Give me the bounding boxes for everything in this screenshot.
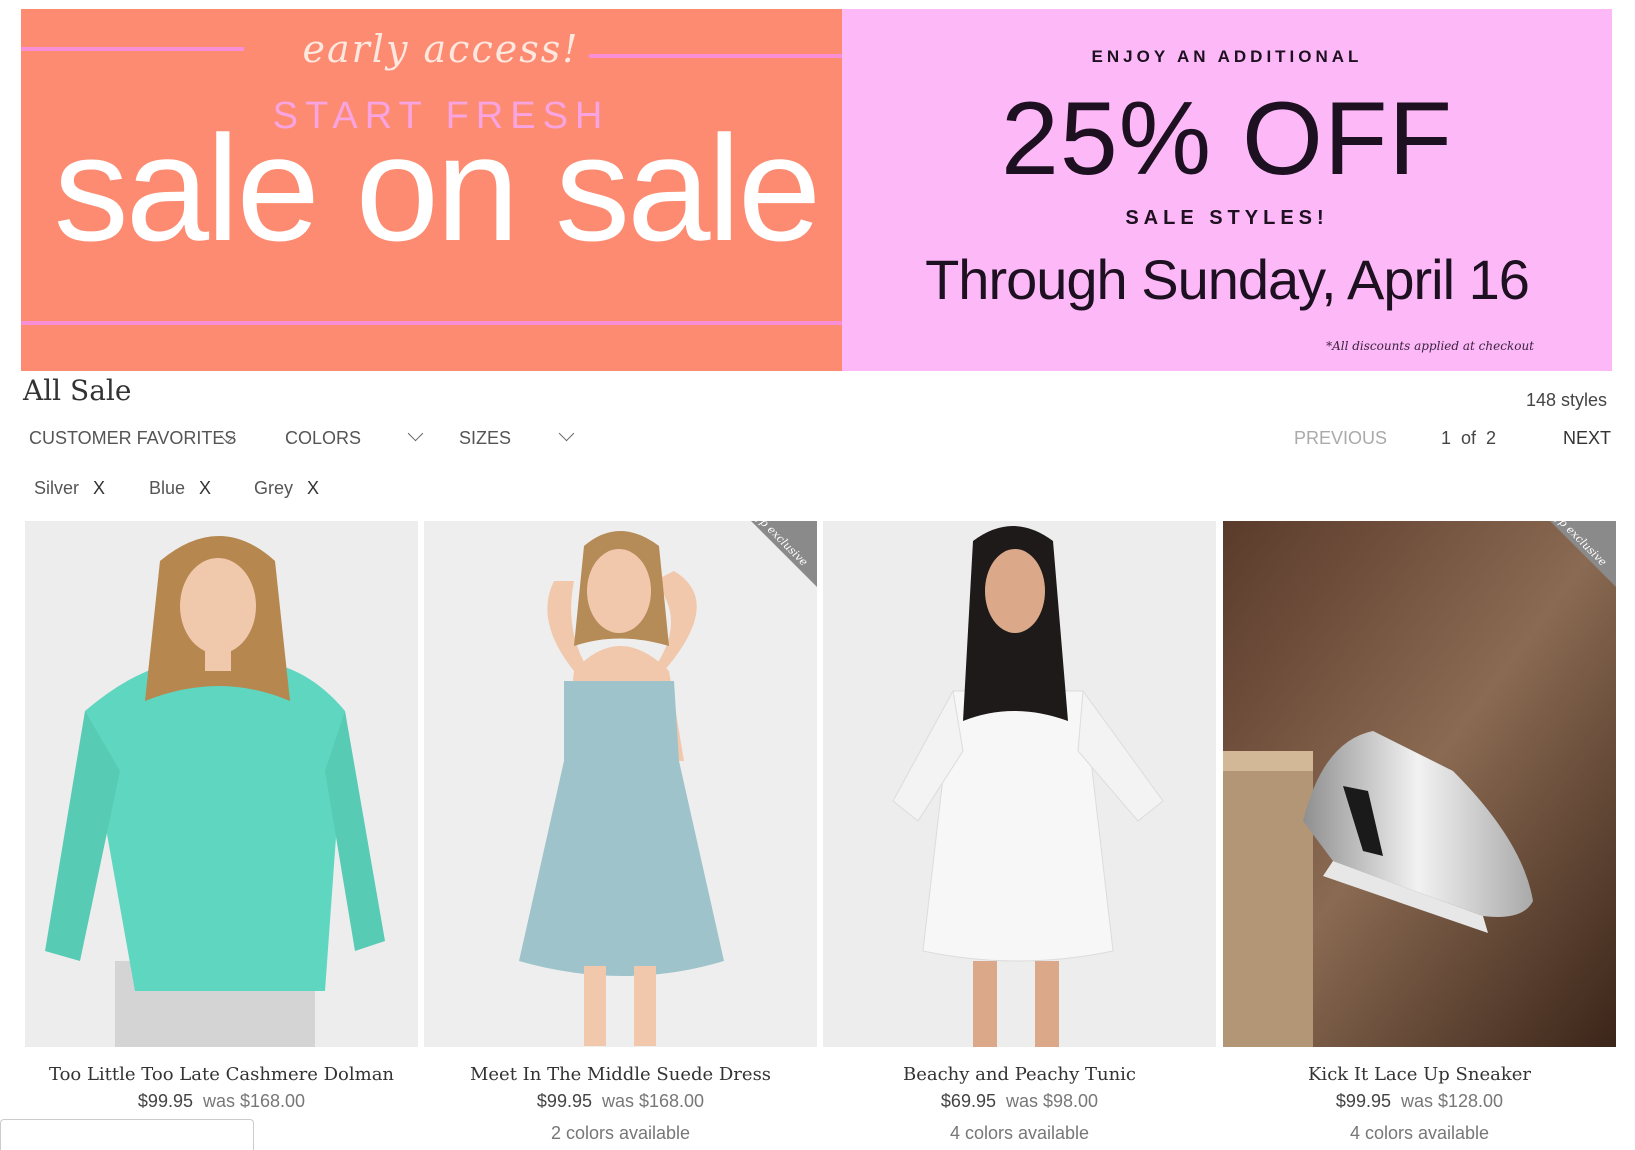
sort-dropdown-label: CUSTOMER FAVORITES bbox=[29, 428, 237, 448]
colors-dropdown[interactable]: COLORS bbox=[285, 425, 424, 449]
sale-styles-text: SALE STYLES! bbox=[1125, 207, 1329, 229]
product-price: $99.95 was $128.00 bbox=[1223, 1091, 1616, 1112]
sale-price: $99.95 bbox=[536, 1091, 592, 1111]
original-price: was $168.00 bbox=[202, 1091, 306, 1111]
product-price: $69.95 was $98.00 bbox=[823, 1091, 1216, 1112]
sale-price: $99.95 bbox=[137, 1091, 193, 1111]
product-name[interactable]: Beachy and Peachy Tunic bbox=[823, 1064, 1216, 1085]
promo-banner[interactable]: early access! START FRESH sale on sale E… bbox=[21, 9, 1612, 371]
original-price: was $128.00 bbox=[1400, 1091, 1504, 1111]
chip-label: Silver bbox=[34, 478, 80, 498]
early-access-text: early access! bbox=[302, 27, 580, 71]
colors-dropdown-label: COLORS bbox=[285, 428, 362, 448]
color-availability: 2 colors available bbox=[550, 1123, 691, 1143]
original-price: was $168.00 bbox=[601, 1091, 705, 1111]
product-name[interactable]: Too Little Too Late Cashmere Dolman bbox=[25, 1064, 418, 1085]
product-image-blue-suede-dress[interactable]: fp exclusive bbox=[424, 521, 817, 1047]
product-name[interactable]: Meet In The Middle Suede Dress bbox=[424, 1064, 817, 1085]
through-date-text: Through Sunday, April 16 bbox=[925, 248, 1530, 311]
filter-chip-grey[interactable]: Grey X bbox=[254, 478, 319, 499]
sale-price: $69.95 bbox=[940, 1091, 996, 1111]
sizes-dropdown-label: SIZES bbox=[459, 428, 512, 448]
page-indicator: 1 of 2 bbox=[1441, 428, 1497, 448]
color-availability: 4 colors available bbox=[1349, 1123, 1490, 1143]
accent-line bbox=[21, 321, 842, 325]
sizes-dropdown[interactable]: SIZES bbox=[459, 425, 575, 449]
exclusive-badge bbox=[751, 521, 817, 587]
previous-page-link[interactable]: PREVIOUS bbox=[1294, 428, 1387, 449]
sale-price: $99.95 bbox=[1335, 1091, 1391, 1111]
product-image-teal-sweater[interactable] bbox=[25, 521, 418, 1047]
discount-text: 25% OFF bbox=[1001, 81, 1453, 197]
filter-chip-silver[interactable]: Silver X bbox=[34, 478, 105, 499]
banner-left-panel: early access! START FRESH sale on sale bbox=[21, 9, 842, 371]
remove-chip-icon[interactable]: X bbox=[93, 478, 105, 498]
accent-line bbox=[21, 47, 244, 51]
exclusive-badge bbox=[1550, 521, 1616, 587]
remove-chip-icon[interactable]: X bbox=[199, 478, 211, 498]
product-price: $99.95 was $168.00 bbox=[424, 1091, 817, 1112]
product-image-silver-sneaker[interactable]: fp exclusive bbox=[1223, 521, 1616, 1047]
product-price: $99.95 was $168.00 bbox=[25, 1091, 418, 1112]
chevron-down-icon bbox=[558, 425, 575, 442]
banner-right-panel: ENJOY AN ADDITIONAL 25% OFF SALE STYLES!… bbox=[842, 9, 1612, 371]
chat-tab[interactable] bbox=[0, 1119, 254, 1150]
product-name[interactable]: Kick It Lace Up Sneaker bbox=[1223, 1064, 1616, 1085]
disclaimer-text: *All discounts applied at checkout bbox=[1326, 339, 1534, 353]
chip-label: Grey bbox=[254, 478, 294, 498]
product-image-white-tunic[interactable] bbox=[823, 521, 1216, 1047]
next-page-link[interactable]: NEXT bbox=[1563, 428, 1611, 449]
sort-dropdown[interactable]: CUSTOMER FAVORITES bbox=[29, 427, 237, 449]
original-price: was $98.00 bbox=[1005, 1091, 1099, 1111]
style-count: 148 styles bbox=[1525, 390, 1607, 410]
remove-chip-icon[interactable]: X bbox=[307, 478, 319, 498]
filter-chip-blue[interactable]: Blue X bbox=[149, 478, 211, 499]
page-title: All Sale bbox=[23, 374, 132, 407]
chevron-down-icon bbox=[407, 425, 424, 442]
chip-label: Blue bbox=[149, 478, 186, 498]
color-availability: 4 colors available bbox=[949, 1123, 1090, 1143]
enjoy-text: ENJOY AN ADDITIONAL bbox=[1091, 47, 1363, 66]
banner-headline: sale on sale bbox=[53, 104, 822, 272]
